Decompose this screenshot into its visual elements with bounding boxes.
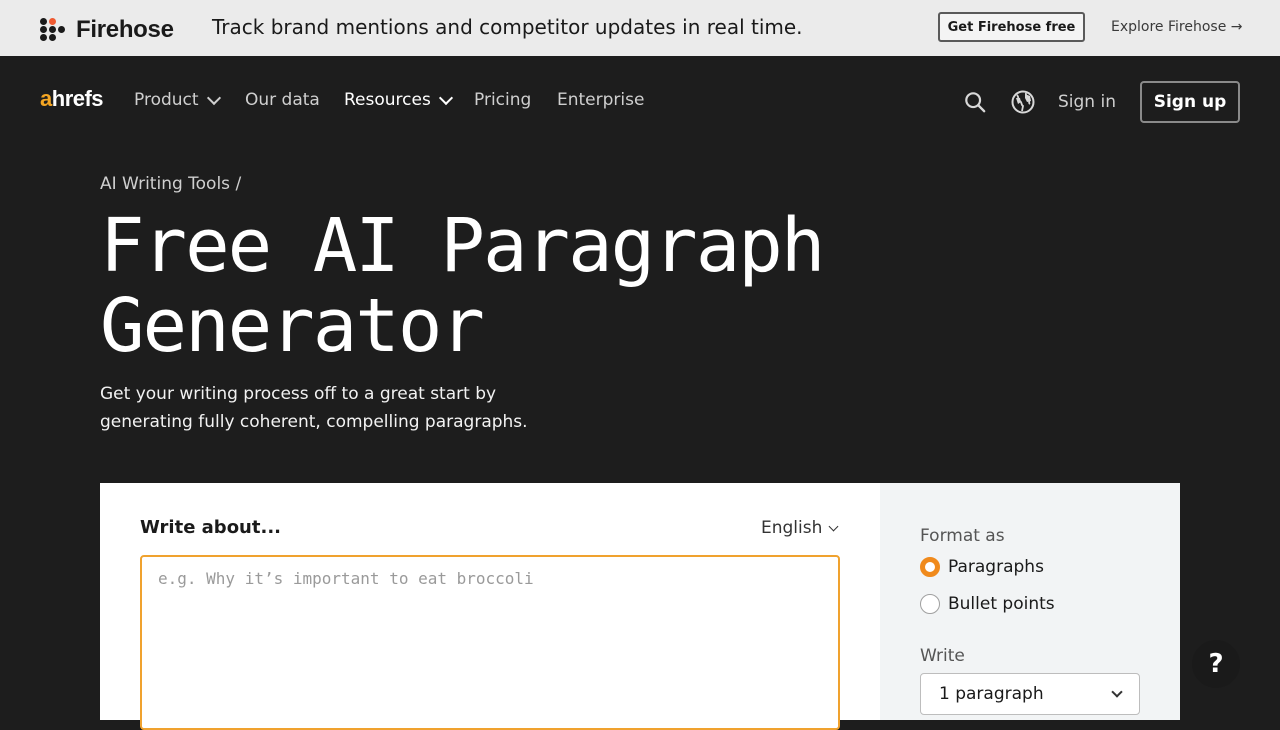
chevron-down-icon	[438, 90, 453, 106]
format-option-bullet-points[interactable]: Bullet points	[920, 594, 1055, 614]
paragraph-count-select[interactable]: 1 paragraph	[920, 673, 1140, 715]
write-about-label: Write about...	[140, 517, 281, 538]
search-icon[interactable]	[964, 91, 986, 113]
nav-product[interactable]: Product	[134, 90, 221, 110]
language-select[interactable]: English	[761, 518, 839, 538]
chevron-down-icon	[1111, 686, 1123, 698]
firehose-brand: Firehose	[76, 16, 174, 43]
firehose-mark-icon	[40, 18, 66, 42]
topic-input[interactable]	[140, 555, 840, 730]
radio-selected-icon[interactable]	[920, 557, 940, 577]
firehose-logo[interactable]: Firehose	[40, 16, 174, 44]
page-subtitle: Get your writing process off to a great …	[100, 384, 528, 432]
format-option-paragraphs[interactable]: Paragraphs	[920, 557, 1044, 577]
nav-resources[interactable]: Resources	[344, 90, 453, 110]
explore-firehose-link[interactable]: Explore Firehose →	[1111, 19, 1243, 35]
chevron-down-icon	[828, 521, 839, 532]
write-count-label: Write	[920, 646, 965, 666]
promo-text: Track brand mentions and competitor upda…	[212, 15, 803, 39]
get-firehose-button[interactable]: Get Firehose free	[938, 12, 1085, 42]
help-button[interactable]: ?	[1192, 640, 1240, 688]
breadcrumb[interactable]: AI Writing Tools /	[100, 174, 241, 194]
nav-our-data[interactable]: Our data	[245, 90, 320, 110]
chevron-down-icon	[206, 90, 221, 106]
sign-up-button[interactable]: Sign up	[1140, 81, 1240, 123]
globe-icon[interactable]	[1011, 90, 1035, 114]
radio-unselected-icon[interactable]	[920, 594, 940, 614]
format-label: Format as	[920, 526, 1005, 546]
promo-banner: Firehose Track brand mentions and compet…	[0, 0, 1280, 56]
sign-in-link[interactable]: Sign in	[1058, 92, 1116, 112]
nav-enterprise[interactable]: Enterprise	[557, 90, 644, 110]
page-title: Free AI Paragraph Generator	[100, 203, 825, 369]
ahrefs-logo[interactable]: ahrefs	[40, 86, 104, 112]
nav-pricing[interactable]: Pricing	[474, 90, 531, 110]
